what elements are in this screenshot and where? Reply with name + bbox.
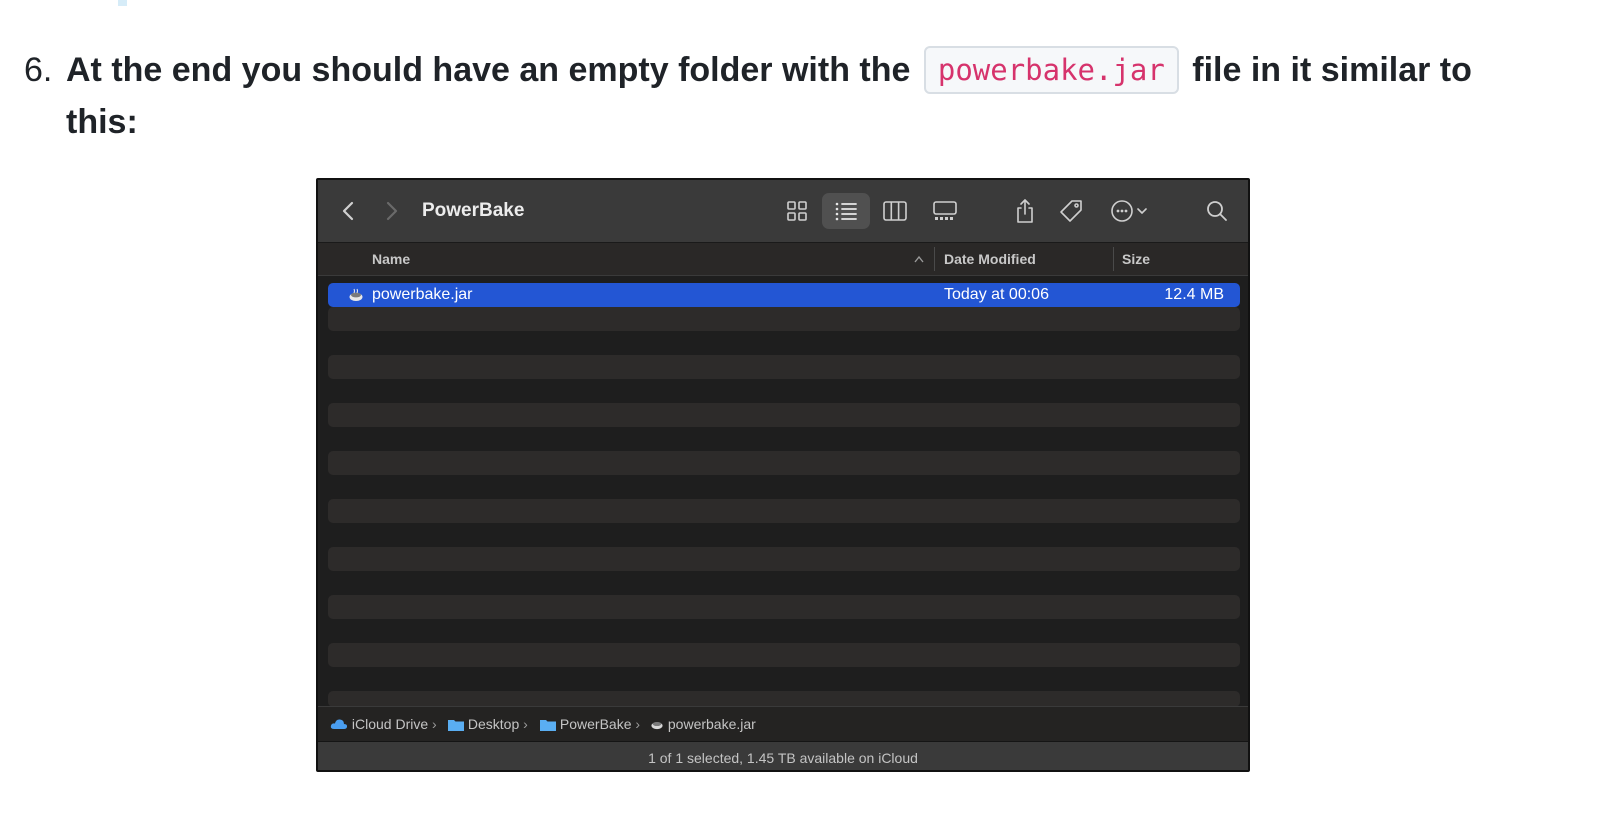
path-bar: iCloud Drive › Desktop › PowerBake › pow… xyxy=(318,706,1248,741)
path-label: powerbake.jar xyxy=(667,716,756,732)
step-text: At the end you should have an empty fold… xyxy=(66,44,1546,148)
window-title: PowerBake xyxy=(422,200,525,221)
path-item-desktop[interactable]: Desktop › xyxy=(448,716,528,732)
sort-ascending-icon xyxy=(914,255,924,263)
path-item-file[interactable]: powerbake.jar xyxy=(650,716,756,732)
column-divider[interactable] xyxy=(934,247,935,271)
back-icon[interactable] xyxy=(336,198,362,224)
empty-row-stripe xyxy=(328,547,1240,571)
path-label: Desktop xyxy=(467,716,520,732)
empty-row-stripe xyxy=(328,307,1240,331)
java-file-icon xyxy=(651,721,663,730)
gallery-view-icon[interactable] xyxy=(932,198,958,224)
file-name: powerbake.jar xyxy=(372,286,473,303)
path-label: PowerBake xyxy=(559,716,632,732)
icloud-icon xyxy=(330,719,348,729)
finder-toolbar: PowerBake xyxy=(318,180,1248,243)
column-divider[interactable] xyxy=(1113,247,1114,271)
file-date-modified: Today at 00:06 xyxy=(944,286,1049,303)
folder-icon xyxy=(540,720,556,731)
step-number: 6. xyxy=(24,51,53,89)
top-accent xyxy=(118,0,127,6)
path-label: iCloud Drive xyxy=(351,716,429,732)
path-chevron-icon: › xyxy=(523,716,528,732)
column-size-header[interactable]: Size xyxy=(1122,251,1150,267)
status-bar: 1 of 1 selected, 1.45 TB available on iC… xyxy=(318,741,1248,770)
empty-row-stripe xyxy=(328,451,1240,475)
icon-view-icon[interactable] xyxy=(784,198,810,224)
empty-row-stripe xyxy=(328,595,1240,619)
column-name-header[interactable]: Name xyxy=(372,251,410,267)
column-view-icon[interactable] xyxy=(882,198,908,224)
empty-row-stripe xyxy=(328,403,1240,427)
column-date-header[interactable]: Date Modified xyxy=(944,251,1036,267)
step-text-before: At the end you should have an empty fold… xyxy=(66,51,920,89)
file-size: 12.4 MB xyxy=(1164,286,1224,303)
empty-row-stripe xyxy=(328,355,1240,379)
inline-code: powerbake.jar xyxy=(923,46,1179,94)
path-item-icloud[interactable]: iCloud Drive › xyxy=(330,716,437,732)
tag-icon[interactable] xyxy=(1058,198,1084,224)
empty-row-stripe xyxy=(328,643,1240,667)
search-icon[interactable] xyxy=(1204,198,1230,224)
finder-window: PowerBake Name Date Modified Size powerb… xyxy=(316,178,1250,772)
java-file-icon xyxy=(349,288,363,301)
empty-row-stripe xyxy=(328,691,1240,707)
more-icon[interactable] xyxy=(1110,198,1150,224)
list-view-icon[interactable] xyxy=(833,198,859,224)
file-row-selected[interactable]: powerbake.jar Today at 00:06 12.4 MB xyxy=(328,283,1240,307)
path-item-powerbake[interactable]: PowerBake › xyxy=(540,716,640,732)
empty-row-stripe xyxy=(328,499,1240,523)
share-icon[interactable] xyxy=(1012,198,1038,224)
column-header: Name Date Modified Size xyxy=(318,243,1248,276)
path-chevron-icon: › xyxy=(635,716,641,732)
folder-icon xyxy=(448,720,464,731)
forward-icon[interactable] xyxy=(378,198,404,224)
path-chevron-icon: › xyxy=(432,716,437,732)
